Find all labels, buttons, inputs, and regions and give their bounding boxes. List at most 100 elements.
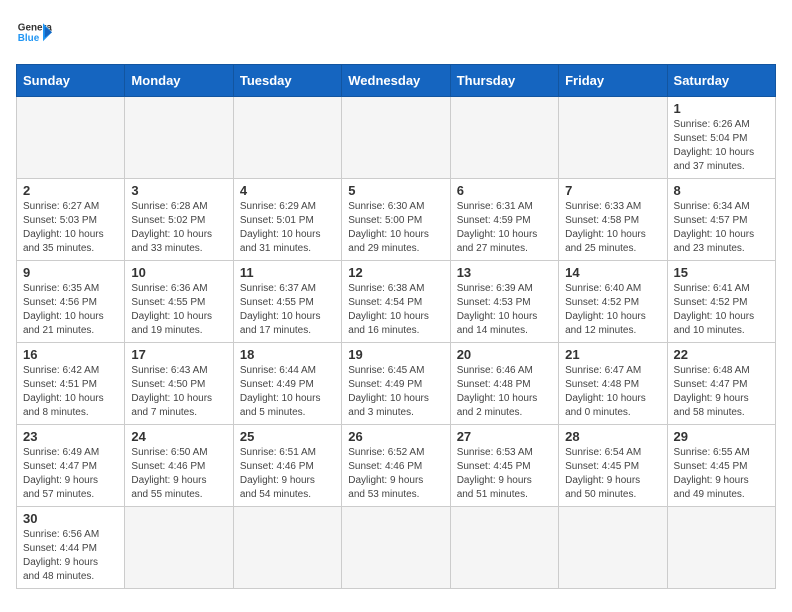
weekday-header: Thursday [450,65,558,97]
day-number: 13 [457,265,552,280]
calendar-cell: 4 Sunrise: 6:29 AM Sunset: 5:01 PM Daylig… [233,179,341,261]
day-info: Sunrise: 6:37 AM Sunset: 4:55 PM Dayligh… [240,282,335,338]
calendar-cell: 12Sunrise: 6:38 AM Sunset: 4:54 PM Dayli… [342,261,450,343]
day-number: 19 [348,347,443,362]
calendar-cell: 3 Sunrise: 6:28 AM Sunset: 5:02 PM Daylig… [125,179,233,261]
day-number: 30 [23,511,118,526]
calendar-cell: 18 Sunrise: 6:44 AM Sunset: 4:49 PM Dayli… [233,343,341,425]
day-number: 10 [131,265,226,280]
calendar-week-row: 23Sunrise: 6:49 AM Sunset: 4:47 PM Dayli… [17,425,776,507]
day-number: 15 [674,265,769,280]
day-info: Sunrise: 6:33 AM Sunset: 4:58 PM Dayligh… [565,200,660,256]
calendar-week-row: 2Sunrise: 6:27 AM Sunset: 5:03 PM Daylig… [17,179,776,261]
calendar-cell [125,97,233,179]
weekday-header: Friday [559,65,667,97]
calendar-cell: 25Sunrise: 6:51 AM Sunset: 4:46 PM Dayli… [233,425,341,507]
calendar-cell: 11 Sunrise: 6:37 AM Sunset: 4:55 PM Dayli… [233,261,341,343]
calendar-cell: 6 Sunrise: 6:31 AM Sunset: 4:59 PM Daylig… [450,179,558,261]
calendar-cell: 8 Sunrise: 6:34 AM Sunset: 4:57 PM Daylig… [667,179,775,261]
day-info: Sunrise: 6:31 AM Sunset: 4:59 PM Dayligh… [457,200,552,256]
day-number: 17 [131,347,226,362]
calendar-cell: 9 Sunrise: 6:35 AM Sunset: 4:56 PM Daylig… [17,261,125,343]
day-number: 16 [23,347,118,362]
day-info: Sunrise: 6:38 AM Sunset: 4:54 PM Dayligh… [348,282,443,338]
day-number: 6 [457,183,552,198]
day-number: 11 [240,265,335,280]
page: General Blue SundayMondayTuesdayWednesda… [0,0,792,605]
calendar-cell: 14Sunrise: 6:40 AM Sunset: 4:52 PM Dayli… [559,261,667,343]
calendar-cell: 19 Sunrise: 6:45 AM Sunset: 4:49 PM Dayli… [342,343,450,425]
day-info: Sunrise: 6:34 AM Sunset: 4:57 PM Dayligh… [674,200,769,256]
day-info: Sunrise: 6:29 AM Sunset: 5:01 PM Dayligh… [240,200,335,256]
day-info: Sunrise: 6:54 AM Sunset: 4:45 PM Dayligh… [565,446,660,502]
weekday-header: Wednesday [342,65,450,97]
calendar-cell: 27Sunrise: 6:53 AM Sunset: 4:45 PM Dayli… [450,425,558,507]
calendar-cell: 23Sunrise: 6:49 AM Sunset: 4:47 PM Dayli… [17,425,125,507]
day-info: Sunrise: 6:43 AM Sunset: 4:50 PM Dayligh… [131,364,226,420]
day-number: 5 [348,183,443,198]
calendar-cell: 13 Sunrise: 6:39 AM Sunset: 4:53 PM Dayli… [450,261,558,343]
day-info: Sunrise: 6:52 AM Sunset: 4:46 PM Dayligh… [348,446,443,502]
day-number: 21 [565,347,660,362]
calendar-cell [17,97,125,179]
day-number: 7 [565,183,660,198]
day-number: 3 [131,183,226,198]
day-info: Sunrise: 6:39 AM Sunset: 4:53 PM Dayligh… [457,282,552,338]
day-info: Sunrise: 6:53 AM Sunset: 4:45 PM Dayligh… [457,446,552,502]
day-number: 22 [674,347,769,362]
day-info: Sunrise: 6:55 AM Sunset: 4:45 PM Dayligh… [674,446,769,502]
svg-text:Blue: Blue [18,33,40,44]
calendar-cell: 15 Sunrise: 6:41 AM Sunset: 4:52 PM Dayli… [667,261,775,343]
day-number: 9 [23,265,118,280]
day-number: 26 [348,429,443,444]
calendar-cell: 29 Sunrise: 6:55 AM Sunset: 4:45 PM Dayli… [667,425,775,507]
day-number: 8 [674,183,769,198]
logo: General Blue [16,16,52,52]
day-info: Sunrise: 6:47 AM Sunset: 4:48 PM Dayligh… [565,364,660,420]
logo-icon: General Blue [16,16,52,52]
day-info: Sunrise: 6:28 AM Sunset: 5:02 PM Dayligh… [131,200,226,256]
day-number: 4 [240,183,335,198]
calendar-cell [233,97,341,179]
calendar-cell: 20 Sunrise: 6:46 AM Sunset: 4:48 PM Dayli… [450,343,558,425]
day-info: Sunrise: 6:35 AM Sunset: 4:56 PM Dayligh… [23,282,118,338]
calendar-week-row: 9 Sunrise: 6:35 AM Sunset: 4:56 PM Daylig… [17,261,776,343]
calendar-cell [125,507,233,589]
weekday-header: Tuesday [233,65,341,97]
calendar-cell [233,507,341,589]
calendar-cell [559,507,667,589]
day-info: Sunrise: 6:46 AM Sunset: 4:48 PM Dayligh… [457,364,552,420]
weekday-header: Monday [125,65,233,97]
day-number: 29 [674,429,769,444]
day-info: Sunrise: 6:26 AM Sunset: 5:04 PM Dayligh… [674,118,769,174]
day-number: 23 [23,429,118,444]
calendar-cell [342,97,450,179]
weekday-header: Saturday [667,65,775,97]
day-info: Sunrise: 6:50 AM Sunset: 4:46 PM Dayligh… [131,446,226,502]
day-number: 14 [565,265,660,280]
calendar-week-row: 16Sunrise: 6:42 AM Sunset: 4:51 PM Dayli… [17,343,776,425]
calendar-cell: 2Sunrise: 6:27 AM Sunset: 5:03 PM Daylig… [17,179,125,261]
calendar-cell: 5Sunrise: 6:30 AM Sunset: 5:00 PM Daylig… [342,179,450,261]
calendar-cell [667,507,775,589]
day-number: 24 [131,429,226,444]
day-info: Sunrise: 6:45 AM Sunset: 4:49 PM Dayligh… [348,364,443,420]
calendar-cell [450,507,558,589]
day-number: 20 [457,347,552,362]
calendar-week-row: 30 Sunrise: 6:56 AM Sunset: 4:44 PM Dayli… [17,507,776,589]
day-info: Sunrise: 6:41 AM Sunset: 4:52 PM Dayligh… [674,282,769,338]
day-info: Sunrise: 6:44 AM Sunset: 4:49 PM Dayligh… [240,364,335,420]
calendar-cell: 1Sunrise: 6:26 AM Sunset: 5:04 PM Daylig… [667,97,775,179]
day-number: 18 [240,347,335,362]
calendar-cell [342,507,450,589]
calendar-cell: 22 Sunrise: 6:48 AM Sunset: 4:47 PM Dayli… [667,343,775,425]
day-info: Sunrise: 6:48 AM Sunset: 4:47 PM Dayligh… [674,364,769,420]
calendar-cell [450,97,558,179]
calendar-cell: 30 Sunrise: 6:56 AM Sunset: 4:44 PM Dayli… [17,507,125,589]
header: General Blue [16,16,776,52]
weekday-header: Sunday [17,65,125,97]
day-info: Sunrise: 6:36 AM Sunset: 4:55 PM Dayligh… [131,282,226,338]
day-info: Sunrise: 6:56 AM Sunset: 4:44 PM Dayligh… [23,528,118,584]
day-number: 28 [565,429,660,444]
weekday-header-row: SundayMondayTuesdayWednesdayThursdayFrid… [17,65,776,97]
